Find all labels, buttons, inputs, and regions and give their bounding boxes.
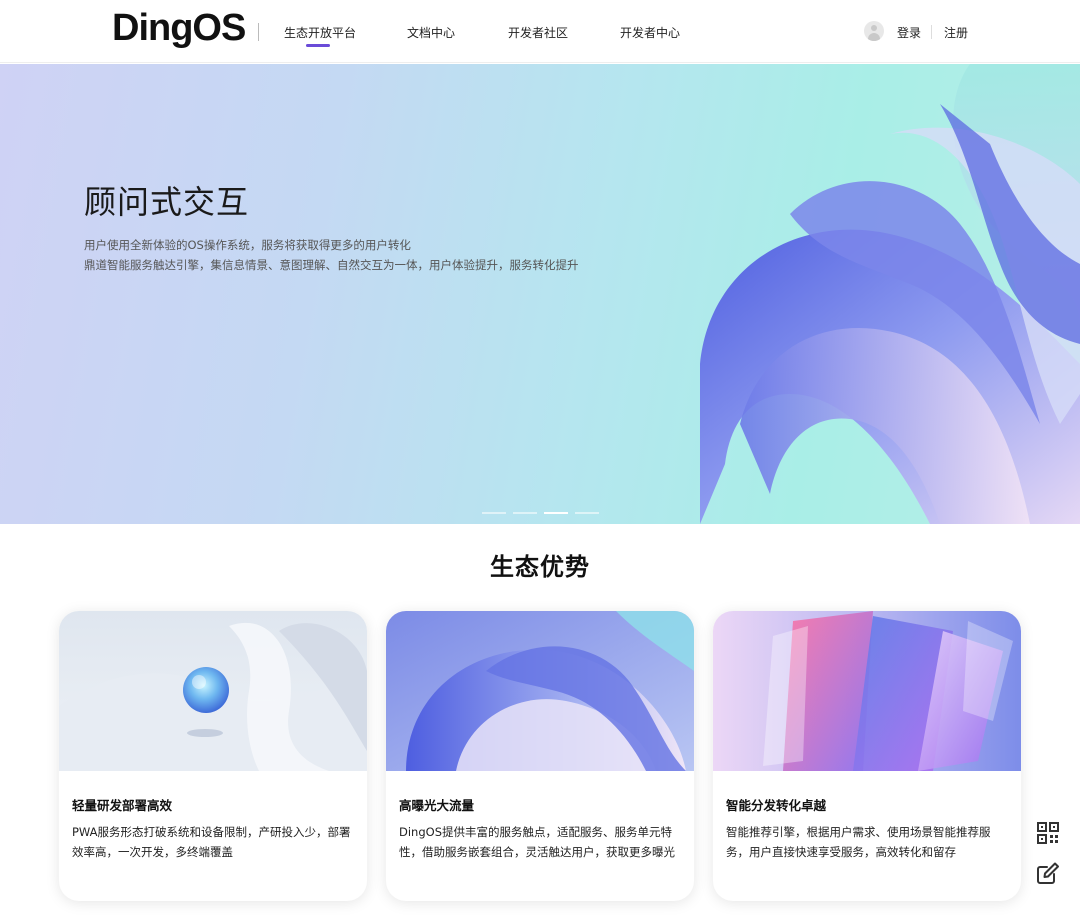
- auth-divider: [931, 25, 932, 39]
- card-description: PWA服务形态打破系统和设备限制，产研投入少，部署效率高，一次开发，多终端覆盖: [72, 825, 351, 859]
- hero-description-line-1: 用户使用全新体验的OS操作系统，服务将获取得更多的用户转化: [84, 238, 411, 252]
- register-link[interactable]: 注册: [944, 24, 968, 41]
- nav-developer-center[interactable]: 开发者中心: [620, 24, 680, 41]
- carousel-dot[interactable]: [482, 512, 506, 514]
- login-link[interactable]: 登录: [897, 24, 921, 41]
- card-image-lightweight: [59, 611, 367, 771]
- nav-developer-community[interactable]: 开发者社区: [508, 24, 568, 41]
- card-image-distribution: [713, 611, 1021, 771]
- carousel-dot[interactable]: [513, 512, 537, 514]
- carousel-dot[interactable]: [575, 512, 599, 514]
- nav-docs-center[interactable]: 文档中心: [407, 24, 455, 41]
- card-description: 智能推荐引擎，根据用户需求、使用场景智能推荐服务，用户直接快速享受服务，高效转化…: [726, 825, 991, 859]
- hero-banner[interactable]: 顾问式交互 用户使用全新体验的OS操作系统，服务将获取得更多的用户转化 鼎道智能…: [0, 64, 1080, 524]
- dingos-logo[interactable]: DingOS: [112, 7, 246, 50]
- card-title: 轻量研发部署高效: [72, 798, 173, 813]
- card-title: 高曝光大流量: [399, 798, 475, 813]
- carousel-dot-active[interactable]: [544, 512, 568, 514]
- edit-icon[interactable]: [1036, 861, 1060, 885]
- feature-card-exposure[interactable]: 高曝光大流量 DingOS提供丰富的服务触点，适配服务、服务单元特性，借助服务嵌…: [386, 611, 694, 901]
- section-title: 生态优势: [490, 553, 590, 581]
- top-nav-bar: DingOS 生态开放平台 文档中心 开发者社区 开发者中心 登录 注册: [0, 0, 1080, 63]
- hero-abstract-art: [700, 64, 1080, 524]
- hero-title: 顾问式交互: [84, 183, 250, 221]
- logo-divider: [258, 23, 259, 41]
- card-title: 智能分发转化卓越: [726, 798, 827, 813]
- feature-card-lightweight[interactable]: 轻量研发部署高效 PWA服务形态打破系统和设备限制，产研投入少，部署效率高，一次…: [59, 611, 367, 901]
- card-image-exposure: [386, 611, 694, 771]
- feature-card-distribution[interactable]: 智能分发转化卓越 智能推荐引擎，根据用户需求、使用场景智能推荐服务，用户直接快速…: [713, 611, 1021, 901]
- avatar-icon[interactable]: [864, 21, 884, 41]
- card-description: DingOS提供丰富的服务触点，适配服务、服务单元特性，借助服务嵌套组合，灵活触…: [399, 825, 675, 859]
- nav-ecosystem-platform[interactable]: 生态开放平台: [284, 24, 356, 47]
- qr-code-icon[interactable]: [1036, 821, 1060, 845]
- hero-description-line-2: 鼎道智能服务触达引擎，集信息情景、意图理解、自然交互为一体，用户体验提升，服务转…: [84, 258, 579, 272]
